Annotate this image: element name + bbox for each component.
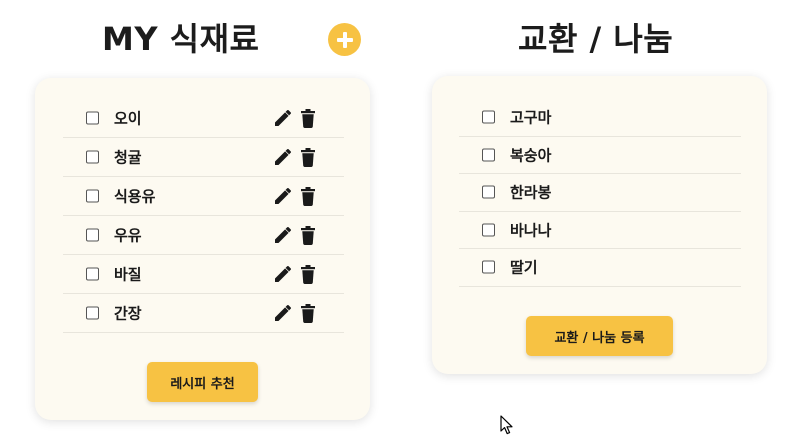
pencil-icon <box>275 305 291 321</box>
trash-icon <box>300 225 315 245</box>
exchange-label: 딸기 <box>510 258 538 277</box>
ingredient-checkbox[interactable] <box>86 189 99 203</box>
delete-button[interactable] <box>299 186 316 206</box>
ingredient-row: 식용유 <box>63 177 344 216</box>
trash-icon <box>300 264 315 284</box>
delete-button[interactable] <box>299 303 316 323</box>
ingredient-checkbox[interactable] <box>86 267 99 281</box>
edit-button[interactable] <box>273 186 293 206</box>
exchange-label: 복숭아 <box>510 146 552 165</box>
ingredient-checkbox[interactable] <box>86 228 99 242</box>
page: MY 식재료 교환 / 나눔 오이 청귤 식용유 우유 바질 간장 레시피 추천… <box>0 0 797 444</box>
ingredient-label: 간장 <box>114 304 142 323</box>
plus-icon <box>336 31 353 48</box>
pencil-icon <box>275 110 291 126</box>
pencil-icon <box>275 266 291 282</box>
ingredient-label: 바질 <box>114 265 142 284</box>
ingredient-row: 청귤 <box>63 138 344 177</box>
pencil-icon <box>275 227 291 243</box>
ingredient-row: 우유 <box>63 216 344 255</box>
ingredient-list: 오이 청귤 식용유 우유 바질 간장 <box>63 99 344 333</box>
recipe-recommend-button[interactable]: 레시피 추천 <box>147 362 258 402</box>
exchange-title: 교환 / 나눔 <box>518 20 674 58</box>
edit-button[interactable] <box>273 225 293 245</box>
edit-button[interactable] <box>273 147 293 167</box>
trash-icon <box>300 303 315 323</box>
ingredient-label: 식용유 <box>114 187 156 206</box>
exchange-row: 복숭아 <box>459 137 741 174</box>
exchange-checkbox[interactable] <box>482 260 495 274</box>
ingredient-checkbox[interactable] <box>86 150 99 164</box>
ingredient-checkbox[interactable] <box>86 111 99 125</box>
pencil-icon <box>275 188 291 204</box>
ingredient-label: 청귤 <box>114 148 142 167</box>
add-ingredient-button[interactable] <box>328 23 361 56</box>
ingredient-row: 간장 <box>63 294 344 333</box>
exchange-row: 바나나 <box>459 212 741 249</box>
ingredient-label: 오이 <box>114 109 142 128</box>
exchange-checkbox[interactable] <box>482 223 495 237</box>
delete-button[interactable] <box>299 225 316 245</box>
ingredient-row: 바질 <box>63 255 344 294</box>
my-ingredients-card: 오이 청귤 식용유 우유 바질 간장 레시피 추천 <box>35 78 370 420</box>
exchange-row: 딸기 <box>459 249 741 287</box>
exchange-card: 고구마 복숭아 한라봉 바나나 딸기 교환 / 나눔 등록 <box>432 76 767 374</box>
delete-button[interactable] <box>299 147 316 167</box>
exchange-checkbox[interactable] <box>482 110 495 124</box>
edit-button[interactable] <box>273 303 293 323</box>
trash-icon <box>300 147 315 167</box>
trash-icon <box>300 108 315 128</box>
mouse-pointer-icon <box>500 415 513 435</box>
my-ingredients-title: MY 식재료 <box>102 20 260 58</box>
edit-button[interactable] <box>273 108 293 128</box>
trash-icon <box>300 186 315 206</box>
exchange-label: 한라봉 <box>510 183 552 202</box>
exchange-row: 고구마 <box>459 99 741 137</box>
ingredient-row: 오이 <box>63 99 344 138</box>
ingredient-checkbox[interactable] <box>86 306 99 320</box>
pencil-icon <box>275 149 291 165</box>
exchange-register-button[interactable]: 교환 / 나눔 등록 <box>526 316 673 356</box>
delete-button[interactable] <box>299 108 316 128</box>
ingredient-label: 우유 <box>114 226 142 245</box>
exchange-row: 한라봉 <box>459 174 741 212</box>
exchange-list: 고구마 복숭아 한라봉 바나나 딸기 <box>459 99 741 287</box>
exchange-label: 고구마 <box>510 108 552 127</box>
exchange-checkbox[interactable] <box>482 148 495 162</box>
exchange-checkbox[interactable] <box>482 185 495 199</box>
exchange-label: 바나나 <box>510 221 552 240</box>
delete-button[interactable] <box>299 264 316 284</box>
edit-button[interactable] <box>273 264 293 284</box>
